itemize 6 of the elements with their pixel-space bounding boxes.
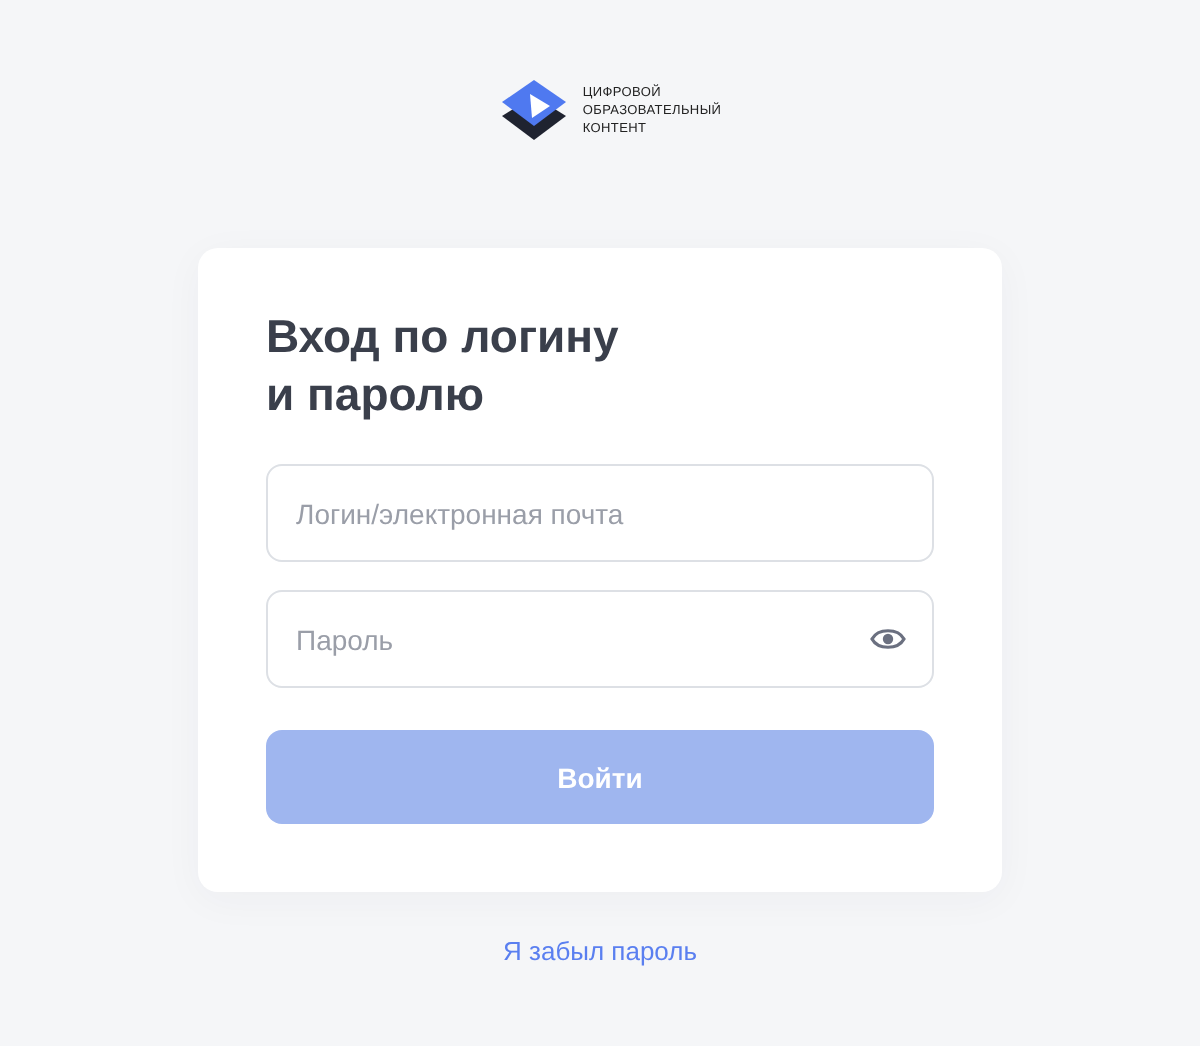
input-field[interactable]: Пароль [266, 590, 934, 688]
form-title: Вход по логину и паролю [266, 308, 621, 424]
input-field[interactable]: Логин/электронная почта [266, 464, 934, 562]
logo-icon [498, 76, 571, 144]
eye-icon[interactable] [870, 626, 906, 652]
forgot-password-link[interactable]: Я забыл пароль [503, 936, 697, 966]
